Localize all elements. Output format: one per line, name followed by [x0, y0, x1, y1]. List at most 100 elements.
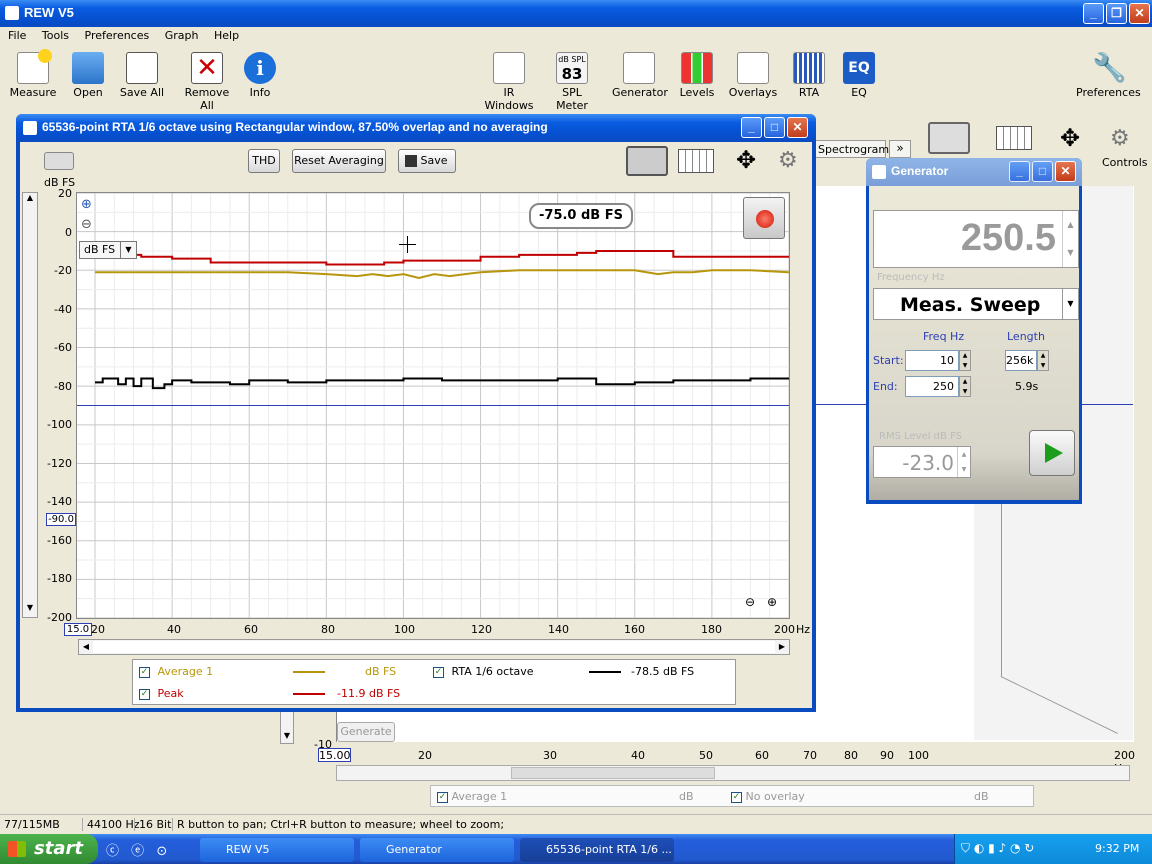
generator-minimize-button[interactable]: _ — [1009, 161, 1030, 182]
y-scrollbar[interactable]: ▲ ▼ — [22, 192, 38, 618]
browser-icon[interactable]: ⓔ — [131, 844, 144, 859]
save-all-button[interactable]: Save All — [118, 52, 166, 99]
generator-maximize-button[interactable]: □ — [1032, 161, 1053, 182]
x-unit-label: Hz — [796, 623, 811, 636]
menu-help[interactable]: Help — [214, 29, 239, 42]
rms-spinner[interactable]: ▲ ▼ — [957, 447, 970, 477]
rta-chart-svg — [77, 193, 789, 618]
generator-window: Generator _ □ ✕ 250.5 ▲ ▼ Frequency Hz Me… — [866, 158, 1082, 504]
bg-legend: ✓ Average 1 dB ✓ No overlay dB — [430, 785, 1034, 807]
rta-window-icon — [23, 121, 37, 135]
rta-checkbox[interactable]: ✓ — [433, 666, 444, 678]
preferences-button[interactable]: 🔧 Preferences — [1076, 52, 1141, 100]
bit-depth: 16 Bit — [134, 818, 171, 831]
unit-select[interactable]: dB FS ▼ — [79, 241, 137, 259]
taskbar-item-generator[interactable]: Generator — [360, 838, 514, 862]
close-button[interactable]: ✕ — [1129, 3, 1150, 24]
mode-select[interactable]: Meas. Sweep ▼ — [873, 288, 1079, 320]
grid-icon[interactable] — [678, 149, 714, 173]
taskbar-item-rta[interactable]: 65536-point RTA 1/6 ... — [520, 838, 674, 862]
taskbar-item-rew[interactable]: REW V5 — [200, 838, 354, 862]
mode-chevron-down-icon: ▼ — [1062, 289, 1078, 319]
remove-all-button[interactable]: ✕ Remove All — [178, 52, 236, 112]
crosshair-cursor — [399, 236, 416, 253]
media-icon[interactable]: ⊙ — [156, 844, 167, 859]
settings-gear-icon[interactable]: ⚙ — [778, 148, 798, 173]
tab-spectrogram[interactable]: Spectrogram — [814, 140, 889, 158]
start-frequency-input[interactable]: 10 — [905, 350, 959, 371]
levels-button[interactable]: Levels — [678, 52, 716, 99]
rta-plot[interactable]: ⊕ ⊖ dB FS ▼ -75.0 dB FS ⊖ ⊕ — [76, 192, 790, 619]
ie-icon[interactable]: ⓒ — [106, 844, 119, 859]
zoom-in-icon[interactable]: ⊕ — [81, 197, 92, 212]
ir-windows-button[interactable]: IR Windows — [478, 52, 540, 112]
start-button[interactable]: start — [0, 834, 98, 864]
graph-mode-icon[interactable] — [626, 146, 668, 176]
thd-button[interactable]: THD — [248, 149, 280, 173]
sweep-duration: 5.9s — [1015, 380, 1039, 393]
zoom-in-small-icon[interactable]: ⊕ — [767, 595, 777, 609]
folder-icon — [72, 52, 104, 84]
spl-meter-icon: dB SPL 83 — [556, 52, 588, 84]
open-button[interactable]: Open — [66, 52, 110, 99]
controls-gear-icon[interactable]: ⚙ — [1110, 126, 1130, 151]
length-spinner[interactable]: ▲ ▼ — [1037, 350, 1049, 371]
levels-icon — [681, 52, 713, 84]
frequency-spinner[interactable]: ▲ ▼ — [1062, 211, 1078, 267]
generator-button[interactable]: Generator — [612, 52, 668, 99]
info-icon: i — [244, 52, 276, 84]
bg-pan-icon[interactable]: ✥ — [1052, 124, 1088, 152]
rta-maximize-button[interactable]: □ — [764, 117, 785, 138]
system-tray: ⛉ ◐ ▮ ♪ ◔ ↻ 9:32 PM — [954, 834, 1152, 864]
bg-scrollbar[interactable] — [336, 765, 1130, 781]
tray-icons[interactable]: ⛉ ◐ ▮ ♪ ◔ ↻ — [961, 841, 1034, 856]
peak-checkbox[interactable]: ✓ — [139, 688, 150, 700]
rta-legend: ✓ Average 1 dB FS ✓ RTA 1/6 octave -78.5… — [132, 659, 736, 705]
bg-generate-button[interactable]: Generate — [337, 722, 395, 742]
x-scrollbar[interactable]: ◀ ▶ — [78, 639, 790, 655]
menu-preferences[interactable]: Preferences — [85, 29, 150, 42]
bg-overlay-checkbox[interactable]: ✓ — [731, 791, 742, 803]
rta-close-button[interactable]: ✕ — [787, 117, 808, 138]
menu-tools[interactable]: Tools — [42, 29, 69, 42]
rta-body: dB FS THD Reset Averaging Save ✥ ⚙ ▲ ▼ 2… — [20, 142, 812, 708]
restore-button[interactable]: ❐ — [1106, 3, 1127, 24]
menu-file[interactable]: File — [8, 29, 26, 42]
eq-button[interactable]: EQ EQ — [842, 52, 876, 99]
average-label: Average 1 — [157, 665, 214, 678]
overlays-icon — [737, 52, 769, 84]
save-button[interactable]: Save — [398, 149, 456, 173]
frequency-display[interactable]: 250.5 ▲ ▼ — [873, 210, 1079, 268]
rms-level-label: RMS Level dB FS — [879, 431, 962, 442]
rms-level-input[interactable]: -23.0 ▲ ▼ — [873, 446, 971, 478]
rta-minimize-button[interactable]: _ — [741, 117, 762, 138]
record-button[interactable] — [743, 197, 785, 239]
overlays-button[interactable]: Overlays — [728, 52, 778, 99]
sample-rate: 44100 Hz — [82, 818, 140, 831]
average-swatch — [293, 671, 325, 673]
length-input[interactable]: 256k — [1005, 350, 1037, 371]
average-checkbox[interactable]: ✓ — [139, 666, 150, 678]
bg-graph-mode-icon[interactable] — [928, 122, 970, 154]
main-title-bar: REW V5 _ ❐ ✕ — [0, 0, 1152, 27]
left-scroll-stub[interactable]: ▼ — [280, 710, 294, 744]
play-button[interactable] — [1029, 430, 1075, 476]
generator-close-button[interactable]: ✕ — [1055, 161, 1076, 182]
zoom-out-small-icon[interactable]: ⊖ — [745, 595, 755, 609]
more-tabs-button[interactable]: » — [889, 140, 911, 158]
reset-averaging-button[interactable]: Reset Averaging — [292, 149, 386, 173]
measure-button[interactable]: Measure — [8, 49, 58, 99]
rta-button[interactable]: RTA — [792, 52, 826, 99]
spl-meter-button[interactable]: dB SPL 83 SPL Meter — [546, 52, 598, 112]
zoom-out-icon[interactable]: ⊖ — [81, 217, 92, 232]
end-spinner[interactable]: ▲ ▼ — [959, 376, 971, 397]
end-frequency-input[interactable]: 250 — [905, 376, 959, 397]
bg-average-checkbox[interactable]: ✓ — [437, 791, 448, 803]
minimize-button[interactable]: _ — [1083, 3, 1104, 24]
camera-icon[interactable] — [44, 152, 74, 170]
start-spinner[interactable]: ▲ ▼ — [959, 350, 971, 371]
info-button[interactable]: i Info — [244, 52, 276, 99]
menu-graph[interactable]: Graph — [165, 29, 199, 42]
pan-icon[interactable]: ✥ — [728, 146, 764, 176]
bg-graph-grid-icon[interactable] — [996, 126, 1032, 150]
